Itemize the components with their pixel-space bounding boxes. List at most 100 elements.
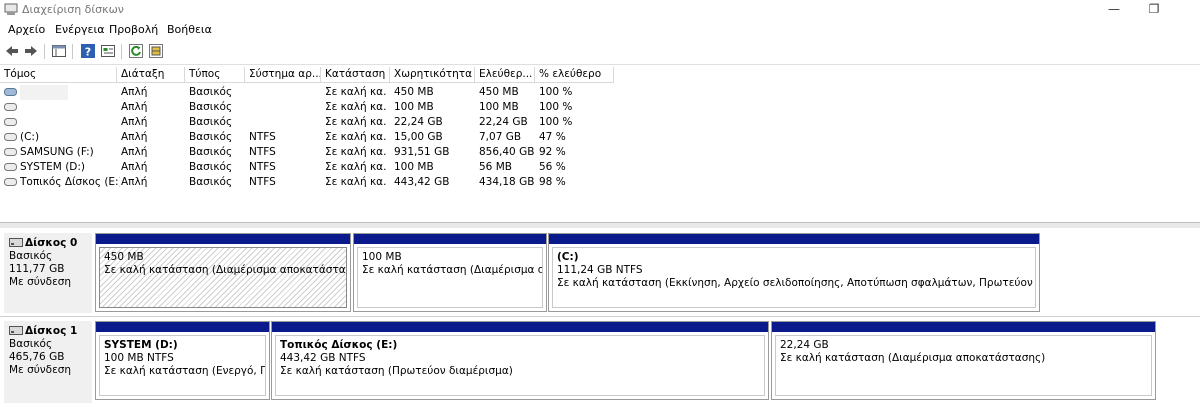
hard-disk-icon: [9, 326, 23, 335]
volume-layout: Απλή: [121, 86, 148, 98]
partition-system-d-disk1[interactable]: SYSTEM (D:) 100 MB NTFS Σε καλή κατάστασ…: [95, 321, 270, 400]
partition-title: Τοπικός Δίσκος (E:): [280, 339, 398, 351]
volume-icon: [4, 103, 17, 111]
volume-name: SAMSUNG (F:): [20, 146, 94, 158]
volume-layout: Απλή: [121, 161, 148, 173]
toolbar-separator: [121, 44, 122, 59]
volume-free-space: 856,40 GB: [479, 146, 535, 158]
minimize-button[interactable]: —: [1092, 0, 1136, 20]
back-arrow-icon[interactable]: [4, 43, 20, 59]
menu-help[interactable]: Βοήθεια: [167, 23, 212, 36]
volume-status: Σε καλή κα...: [325, 116, 387, 128]
disk-state: Με σύνδεση: [9, 364, 72, 376]
volume-icon: [4, 133, 17, 141]
menu-action[interactable]: Ενέργεια: [55, 23, 104, 36]
console-tree-icon[interactable]: [51, 43, 67, 59]
volume-name: (C:): [20, 131, 40, 143]
volume-icon: [4, 148, 17, 156]
partition-bar: [96, 234, 350, 244]
volume-row[interactable]: Απλή Βασικός Σε καλή κα... 22,24 GB 22,2…: [0, 115, 620, 130]
partition-size: 22,24 GB: [780, 339, 829, 351]
column-header-filesystem[interactable]: Σύστημα αρ...: [245, 67, 321, 83]
forward-arrow-icon[interactable]: [23, 43, 39, 59]
disk-0-label[interactable]: Δίσκος 0 Βασικός 111,77 GB Με σύνδεση: [4, 233, 92, 313]
volume-row[interactable]: Απλή Βασικός Σε καλή κα... 450 MB 450 MB…: [0, 85, 620, 100]
disk-size: 111,77 GB: [9, 263, 65, 275]
partition-c-disk0[interactable]: (C:) 111,24 GB NTFS Σε καλή κατάσταση (Ε…: [548, 233, 1040, 312]
menu-view[interactable]: Προβολή: [109, 23, 158, 36]
hard-disk-icon: [9, 238, 23, 247]
volume-row[interactable]: SAMSUNG (F:) Απλή Βασικός NTFS Σε καλή κ…: [0, 145, 620, 160]
column-header-capacity[interactable]: Χωρητικότητα: [390, 67, 475, 83]
partition-status: Σε καλή κατάσταση (Διαμέρισμα αποκατάστα…: [780, 352, 1046, 364]
volume-status: Σε καλή κα...: [325, 161, 387, 173]
properties-icon[interactable]: [100, 43, 116, 59]
volume-free-space: 7,07 GB: [479, 131, 522, 143]
volume-row[interactable]: Τοπικός Δίσκος (E:) Απλή Βασικός NTFS Σε…: [0, 175, 620, 190]
partition-bar: [772, 322, 1155, 332]
disk-graphical-view: Δίσκος 0 Βασικός 111,77 GB Με σύνδεση 45…: [0, 228, 1200, 407]
volume-filesystem: NTFS: [249, 176, 276, 188]
volume-layout: Απλή: [121, 116, 148, 128]
volume-capacity: 100 MB: [394, 161, 434, 173]
partition-efi-disk0[interactable]: 100 MB Σε καλή κατάσταση (Διαμέρισμα συσ…: [353, 233, 547, 312]
volume-layout: Απλή: [121, 101, 148, 113]
volume-free-space: 434,18 GB: [479, 176, 535, 188]
disk-name: Δίσκος 1: [25, 325, 78, 337]
help-icon[interactable]: ?: [80, 43, 96, 59]
disk-row-divider: [0, 316, 1200, 317]
column-header-free-space[interactable]: Ελεύθερ...: [475, 67, 535, 83]
partition-size: 100 MB: [362, 251, 402, 263]
refresh-icon[interactable]: [128, 43, 144, 59]
column-header-percent-free[interactable]: % ελεύθερο: [535, 67, 614, 83]
toolbar-separator: [44, 44, 45, 59]
restore-button[interactable]: ❐: [1132, 0, 1176, 20]
partition-local-e-disk1[interactable]: Τοπικός Δίσκος (E:) 443,42 GB NTFS Σε κα…: [271, 321, 769, 400]
volume-row[interactable]: Απλή Βασικός Σε καλή κα... 100 MB 100 MB…: [0, 100, 620, 115]
toolbar: ?: [0, 40, 1200, 65]
volume-percent-free: 100 %: [539, 86, 573, 98]
partition-size: 100 MB NTFS: [104, 352, 174, 364]
volume-capacity: 443,42 GB: [394, 176, 450, 188]
volume-layout: Απλή: [121, 176, 148, 188]
rescan-disks-icon[interactable]: [148, 43, 164, 59]
volume-capacity: 100 MB: [394, 101, 434, 113]
disk-size: 465,76 GB: [9, 351, 65, 363]
volume-icon: [4, 88, 17, 96]
volume-name: [20, 85, 68, 100]
partition-body: SYSTEM (D:) 100 MB NTFS Σε καλή κατάστασ…: [99, 335, 266, 396]
volume-row[interactable]: SYSTEM (D:) Απλή Βασικός NTFS Σε καλή κα…: [0, 160, 620, 175]
partition-bar: [354, 234, 546, 244]
volume-percent-free: 98 %: [539, 176, 566, 188]
volume-icon: [4, 118, 17, 126]
menu-file[interactable]: Αρχείο: [8, 23, 45, 36]
column-header-volume[interactable]: Τόμος: [0, 67, 117, 83]
volume-status: Σε καλή κα...: [325, 101, 387, 113]
partition-recovery-disk1[interactable]: 22,24 GB Σε καλή κατάσταση (Διαμέρισμα α…: [771, 321, 1156, 400]
partition-status: Σε καλή κατάσταση (Διαμέρισμα αποκατάστα…: [104, 264, 347, 276]
column-header-type[interactable]: Τύπος: [185, 67, 245, 83]
volume-percent-free: 100 %: [539, 101, 573, 113]
volume-type: Βασικός: [189, 161, 233, 173]
partition-title: SYSTEM (D:): [104, 339, 178, 351]
volume-row[interactable]: (C:) Απλή Βασικός NTFS Σε καλή κα... 15,…: [0, 130, 620, 145]
volume-filesystem: NTFS: [249, 161, 276, 173]
volume-name: SYSTEM (D:): [20, 161, 86, 173]
column-header-status[interactable]: Κατάσταση: [321, 67, 390, 83]
disk-type: Βασικός: [9, 250, 53, 262]
volume-percent-free: 56 %: [539, 161, 566, 173]
partition-body: Τοπικός Δίσκος (E:) 443,42 GB NTFS Σε κα…: [275, 335, 765, 396]
volume-type: Βασικός: [189, 101, 233, 113]
volume-free-space: 450 MB: [479, 86, 519, 98]
volume-status: Σε καλή κα...: [325, 131, 387, 143]
partition-recovery-disk0[interactable]: 450 MB Σε καλή κατάσταση (Διαμέρισμα απο…: [95, 233, 351, 312]
disk-management-icon: [4, 3, 18, 15]
column-header-layout[interactable]: Διάταξη: [117, 67, 185, 83]
volume-capacity: 15,00 GB: [394, 131, 443, 143]
partition-body: 22,24 GB Σε καλή κατάσταση (Διαμέρισμα α…: [775, 335, 1152, 396]
volume-status: Σε καλή κα...: [325, 176, 387, 188]
partition-status: Σε καλή κατάσταση (Πρωτεύον διαμέρισμα): [280, 365, 513, 377]
svg-text:?: ?: [85, 46, 91, 59]
disk-1-label[interactable]: Δίσκος 1 Βασικός 465,76 GB Με σύνδεση: [4, 321, 92, 403]
window-title: Διαχείριση δίσκων: [22, 3, 124, 16]
